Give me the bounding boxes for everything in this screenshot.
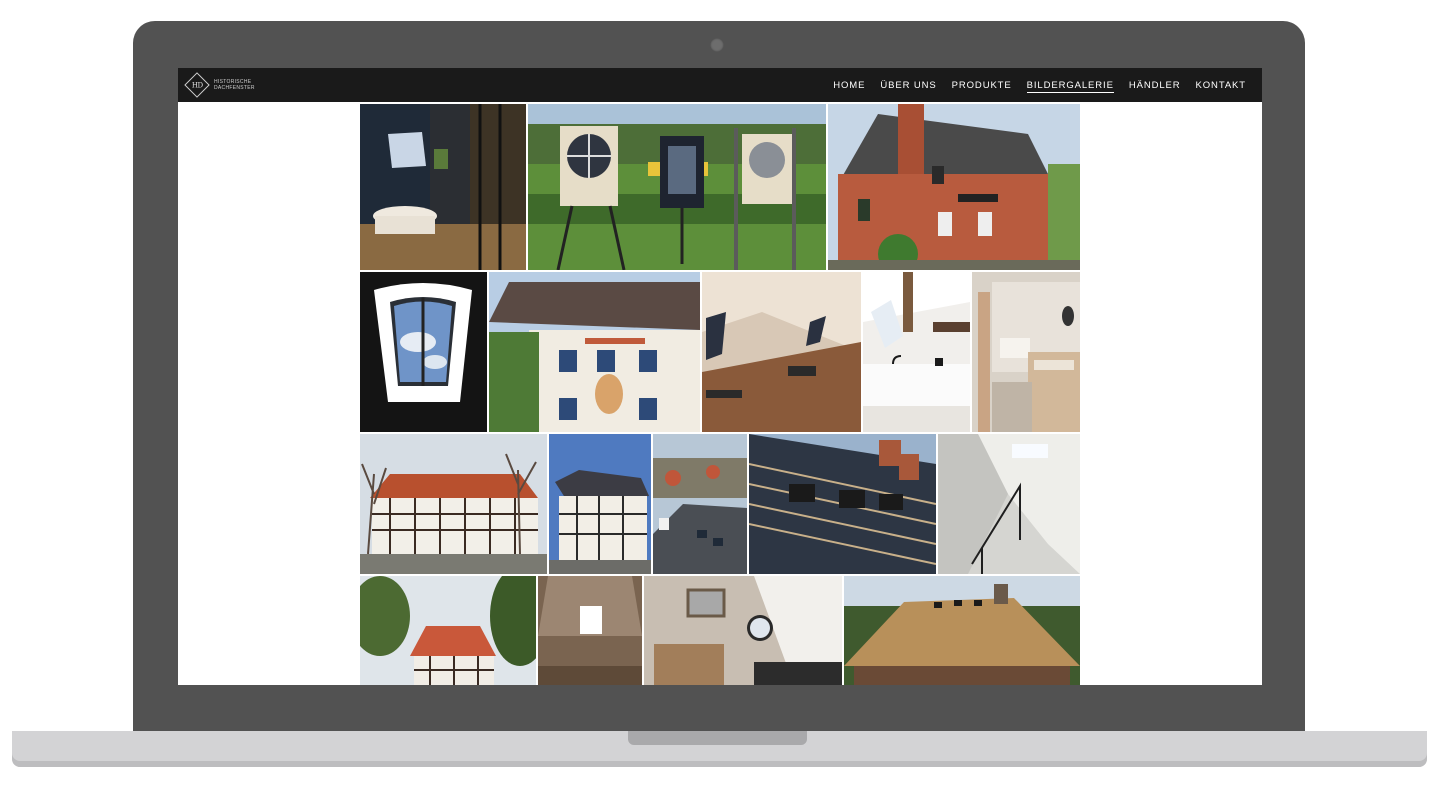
gallery-photo-arched-skylight[interactable] xyxy=(360,272,487,432)
gallery-photo-white-stairwell[interactable] xyxy=(938,434,1080,574)
logo-line-2: DACHFENSTER xyxy=(214,85,255,91)
gallery-photo-attic-window[interactable] xyxy=(538,576,642,685)
nav-produkte[interactable]: PRODUKTE xyxy=(952,77,1012,94)
gallery-photo-slate-roof-village[interactable] xyxy=(653,434,747,574)
site-logo[interactable]: HD HISTORISCHE DACHFENSTER xyxy=(184,72,255,98)
gallery-photo-bathroom[interactable] xyxy=(360,104,526,270)
logo-text: HISTORISCHE DACHFENSTER xyxy=(214,79,255,91)
camera-icon xyxy=(710,38,724,52)
gallery-photo-garden-display[interactable] xyxy=(528,104,826,270)
main-navigation: HOME ÜBER UNS PRODUKTE BILDERGALERIE HÄN… xyxy=(818,68,1246,102)
gallery-photo-round-window-bathroom[interactable] xyxy=(644,576,842,685)
logo-diamond-icon: HD xyxy=(184,72,210,98)
nav-home[interactable]: HOME xyxy=(833,77,865,94)
gallery-photo-attic-room[interactable] xyxy=(702,272,861,432)
browser-screen: HD HISTORISCHE DACHFENSTER HOME ÜBER UNS… xyxy=(178,68,1262,685)
nav-kontakt[interactable]: KONTAKT xyxy=(1196,77,1246,94)
gallery-photo-painted-facade[interactable] xyxy=(489,272,700,432)
logo-monogram: HD xyxy=(191,81,203,89)
gallery-photo-white-bedroom[interactable] xyxy=(972,272,1080,432)
photo-gallery xyxy=(360,104,1080,685)
laptop-notch xyxy=(628,731,807,745)
gallery-photo-half-timbered-manor[interactable] xyxy=(360,434,547,574)
nav-ueber-uns[interactable]: ÜBER UNS xyxy=(880,77,936,94)
gallery-photo-timber-house-trees[interactable] xyxy=(360,576,536,685)
gallery-photo-thatched-roof-house[interactable] xyxy=(844,576,1080,685)
nav-bildergalerie[interactable]: BILDERGALERIE xyxy=(1026,77,1114,93)
gallery-photo-timber-corner-house[interactable] xyxy=(549,434,651,574)
site-header: HD HISTORISCHE DACHFENSTER HOME ÜBER UNS… xyxy=(178,68,1262,102)
gallery-photo-white-bathroom[interactable] xyxy=(863,272,970,432)
nav-haendler[interactable]: HÄNDLER xyxy=(1129,77,1181,94)
gallery-photo-roof-installation[interactable] xyxy=(749,434,936,574)
gallery-photo-brick-house[interactable] xyxy=(828,104,1080,270)
